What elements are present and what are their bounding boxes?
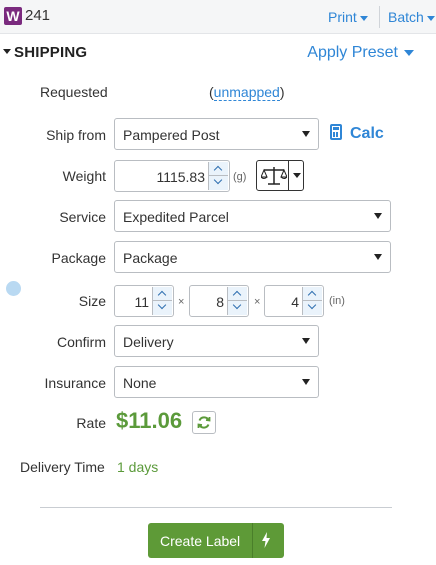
collapse-caret-icon[interactable] (3, 49, 11, 54)
size-width-input[interactable]: 8 (189, 285, 249, 317)
increment-button[interactable] (303, 287, 322, 301)
increment-button[interactable] (228, 287, 247, 301)
calculator-icon (330, 124, 342, 140)
rate-value: $11.06 (116, 408, 183, 433)
weight-unit: (g) (233, 171, 247, 183)
requested-value: (unmapped) (209, 84, 285, 101)
weight-label: Weight (62, 168, 106, 184)
top-divider (379, 6, 380, 28)
print-label: Print (328, 9, 357, 25)
insurance-label: Insurance (44, 375, 106, 391)
dropdown-arrow-icon (302, 338, 310, 344)
times-symbol: × (254, 296, 261, 308)
confirm-select[interactable]: Delivery (114, 325, 319, 357)
times-symbol: × (178, 296, 185, 308)
ship-from-label: Ship from (46, 127, 106, 143)
size-height-value: 4 (291, 294, 299, 310)
insurance-value: None (123, 375, 157, 391)
delivery-time-value: 1 days (117, 459, 159, 475)
requested-label: Requested (40, 84, 108, 100)
dropdown-arrow-icon (374, 213, 382, 219)
dropdown-arrow-icon (302, 379, 310, 385)
weight-stepper (208, 162, 228, 190)
ship-from-select[interactable]: Pampered Post (114, 118, 319, 150)
divider (40, 507, 392, 508)
paren-close: ) (279, 84, 285, 100)
calc-label: Calc (350, 125, 384, 142)
service-label: Service (59, 209, 106, 225)
ship-from-value: Pampered Post (123, 127, 220, 143)
size-width-stepper (227, 287, 247, 315)
lightning-bolt-icon[interactable] (261, 532, 271, 548)
chevron-down-icon (426, 15, 435, 21)
size-unit: (in) (329, 295, 345, 307)
rate-label: Rate (76, 415, 106, 431)
create-label-text: Create Label (160, 533, 241, 549)
calc-button[interactable]: Calc (330, 124, 384, 143)
size-height-stepper (302, 287, 322, 315)
insurance-select[interactable]: None (114, 366, 319, 398)
store-logo: W (4, 7, 22, 25)
scale-button[interactable] (256, 160, 304, 191)
print-button[interactable]: Print (328, 9, 368, 25)
decrement-button[interactable] (228, 301, 247, 315)
scale-icon (261, 167, 287, 185)
create-label-button[interactable]: Create Label (148, 523, 284, 558)
chevron-down-icon (359, 15, 368, 21)
batch-button[interactable]: Batch (388, 9, 435, 25)
size-length-stepper (152, 287, 172, 315)
paren-open: ( (209, 84, 214, 100)
increment-button[interactable] (209, 162, 228, 176)
dropdown-arrow-icon (374, 254, 382, 260)
batch-label: Batch (388, 9, 424, 25)
weight-input[interactable]: 1115.83 (114, 160, 230, 192)
confirm-label: Confirm (56, 334, 106, 350)
confirm-value: Delivery (123, 334, 174, 350)
button-divider (252, 523, 253, 558)
chevron-down-icon (404, 49, 414, 56)
decrement-button[interactable] (209, 176, 228, 190)
chevron-down-icon[interactable] (293, 173, 301, 178)
size-length-value: 11 (134, 294, 149, 310)
section-title[interactable]: SHIPPING (14, 44, 87, 61)
top-bar: W 241 Print Batch (0, 0, 436, 34)
size-width-value: 8 (216, 294, 224, 310)
unmapped-link[interactable]: unmapped (213, 84, 280, 101)
package-select[interactable]: Package (114, 241, 391, 273)
apply-preset-button[interactable]: Apply Preset (307, 44, 414, 62)
order-number: 241 (25, 7, 51, 24)
service-value: Expedited Parcel (123, 209, 229, 225)
refresh-rate-button[interactable] (192, 411, 216, 434)
size-height-input[interactable]: 4 (264, 285, 324, 317)
delivery-time-label: Delivery Time (20, 459, 105, 475)
size-label: Size (78, 293, 106, 309)
apply-preset-label: Apply Preset (307, 44, 398, 61)
decrement-button[interactable] (153, 301, 172, 315)
service-select[interactable]: Expedited Parcel (114, 200, 391, 232)
scale-divider (288, 161, 289, 190)
package-value: Package (123, 250, 178, 266)
decrement-button[interactable] (303, 301, 322, 315)
weight-value: 1115.83 (156, 169, 205, 185)
refresh-icon (197, 416, 211, 429)
dropdown-arrow-icon (302, 131, 310, 137)
size-length-input[interactable]: 11 (114, 285, 174, 317)
package-label: Package (51, 250, 106, 266)
increment-button[interactable] (153, 287, 172, 301)
